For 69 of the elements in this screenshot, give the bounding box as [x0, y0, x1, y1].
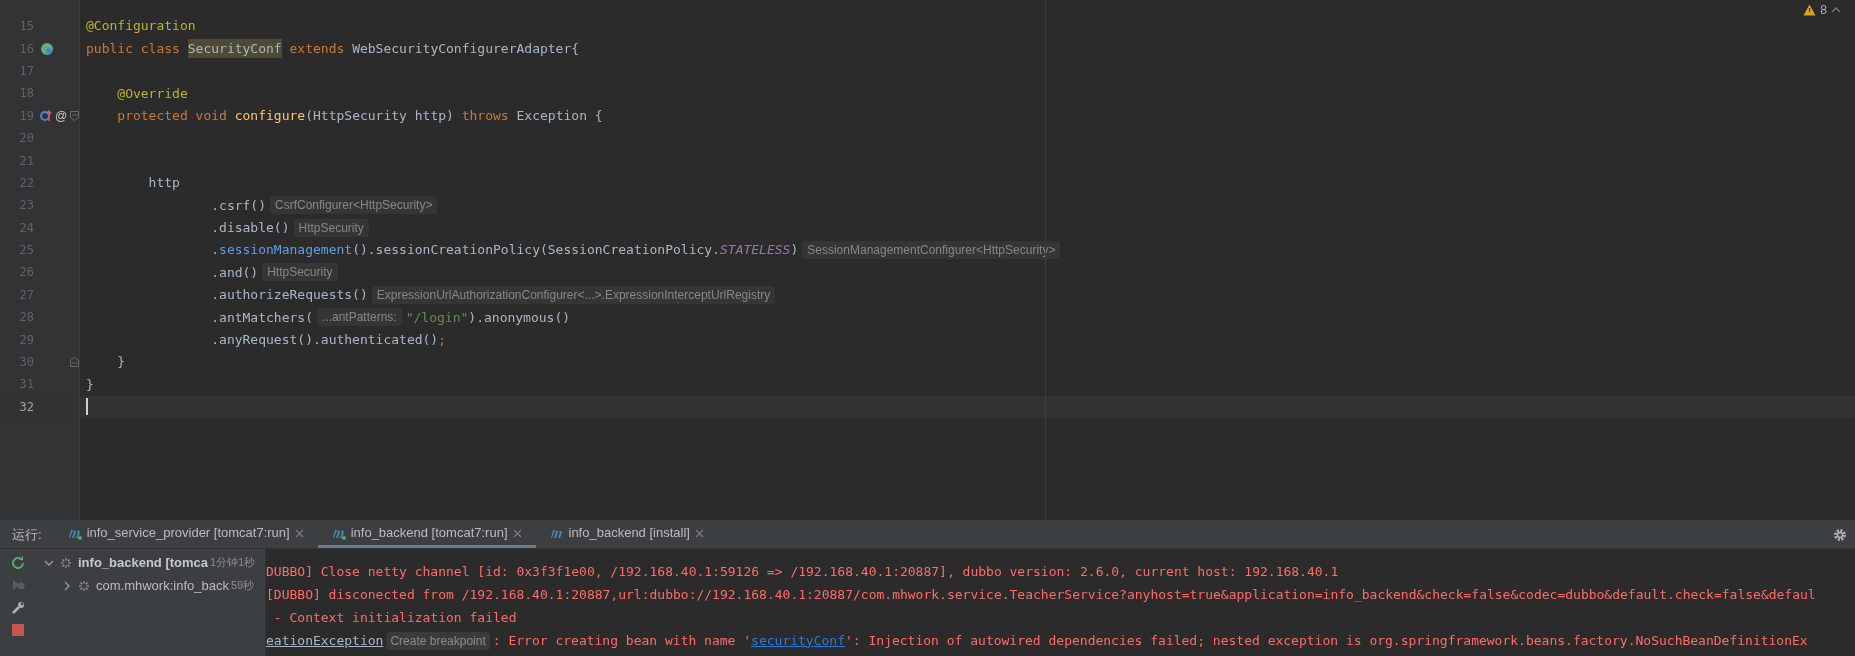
spinner-icon — [78, 579, 90, 592]
run-tab[interactable]: info_backend [tomcat7:run] — [317, 521, 536, 548]
inlay-hint: ExpressionUrlAuthorizationConfigurer<...>.ExpressionInterceptUrlRegistry — [371, 285, 776, 304]
code-token: .csrf() — [210, 196, 266, 215]
warning-indicator[interactable]: 8 — [1803, 1, 1841, 19]
inlay-hint: ...antPatterns: — [317, 308, 402, 327]
spinner-icon — [60, 556, 72, 569]
code-token: throws — [461, 107, 510, 125]
bean-icon — [40, 41, 54, 56]
close-icon[interactable] — [694, 528, 704, 538]
chevron-up-icon[interactable] — [1831, 6, 1841, 14]
code-token: http — [147, 174, 180, 193]
implements-icon — [40, 109, 52, 123]
console-text: DUBBO] Close netty channel [id: 0x3f3f1e00, /192.168.40.1:59126 => /192.168.40.1:20887], dubbo version: 2.6.0, current host: 192.168.40.1 — [266, 562, 1339, 581]
code-token: .disable() — [210, 218, 290, 237]
code-token: } — [116, 353, 126, 372]
code-token: ).anonymous() — [468, 308, 571, 327]
console-text: ': Injection of autowired dependencies failed; nested exception is org.springframework.beans.factory.NoSuchBeanDefinitionEx — [845, 631, 1808, 650]
run-tab[interactable]: info_service_provider [tomcat7:run] — [53, 521, 318, 548]
code-token: public class — [86, 39, 181, 58]
chevron-right-icon[interactable] — [62, 580, 72, 591]
inlay-hint: HttpSecurity — [293, 218, 369, 237]
code-token: } — [86, 375, 94, 394]
code-token: (HttpSecurity http) — [305, 107, 455, 125]
inlay-hint: HttpSecurity — [262, 263, 338, 282]
code-token: ().sessionCreationPolicy(SessionCreationPolicy. — [352, 241, 720, 260]
code-token: sessionManagement — [219, 241, 353, 260]
close-icon[interactable] — [512, 528, 522, 538]
inlay-hint: SessionManagementConfigurer<HttpSecurity> — [802, 241, 1061, 260]
rerun-icon[interactable] — [11, 555, 25, 569]
run-item[interactable]: info_backend [tomca — [78, 552, 209, 573]
code-token: SecurityConf — [187, 38, 282, 59]
code-token: .and() — [210, 263, 259, 282]
run-tab[interactable]: info_backend [install] — [535, 521, 718, 548]
elapsed-time: 59秒 — [230, 578, 255, 594]
code-token: . — [210, 241, 220, 260]
fold-icon — [70, 110, 79, 121]
code-token: WebSecurityConfigurerAdapter{ — [352, 39, 580, 58]
wrench-icon[interactable] — [11, 601, 25, 615]
code-token: ; — [438, 330, 447, 349]
close-icon[interactable] — [294, 528, 304, 538]
run-item[interactable]: com.mhwork:info_back — [96, 575, 229, 596]
console-link[interactable]: securityConf — [751, 630, 845, 651]
code-token: @Configuration — [86, 17, 196, 36]
code-token: ) — [790, 241, 799, 260]
code-token: .authorizeRequests() — [210, 286, 368, 305]
console-text: : Error creating bean with name ' — [492, 631, 752, 650]
code-token: Exception { — [516, 107, 603, 125]
code-token: "/login" — [405, 308, 469, 327]
code-token: @Override — [116, 84, 188, 103]
inlay-hint: CsrfConfigurer<HttpSecurity> — [270, 196, 438, 215]
settings-icon[interactable] — [1833, 527, 1847, 542]
text-cursor — [86, 398, 88, 416]
code-token: extends — [288, 39, 346, 58]
panel-label: 运行: — [11, 525, 43, 544]
warning-icon — [1803, 4, 1817, 16]
console-text: [DUBBO] disconected from /192.168.40.1:20887,url:dubbo://192.168.40.1:20887/com.mhwork.service.TeacherService?anyhost=true&application=info_backend&check=false&codec=dubbo&default.check=false&defaul — [266, 585, 1816, 604]
code-token: configure — [234, 107, 306, 125]
code-token: .anyRequest().authenticated() — [210, 330, 439, 349]
code-token: protected void — [116, 107, 228, 125]
code-token: .antMatchers( — [210, 308, 313, 327]
console-text: - Context initialization failed — [272, 608, 517, 627]
elapsed-time: 1分钟1秒 — [210, 555, 256, 571]
fold-icon — [70, 357, 79, 368]
annotation-marker: @ — [55, 107, 68, 125]
code-token: STATELESS — [720, 241, 791, 260]
inlay-hint[interactable]: Create breakpoint — [386, 631, 490, 650]
line-number: 32 — [18, 398, 34, 416]
console-link[interactable]: eationException — [266, 630, 384, 651]
